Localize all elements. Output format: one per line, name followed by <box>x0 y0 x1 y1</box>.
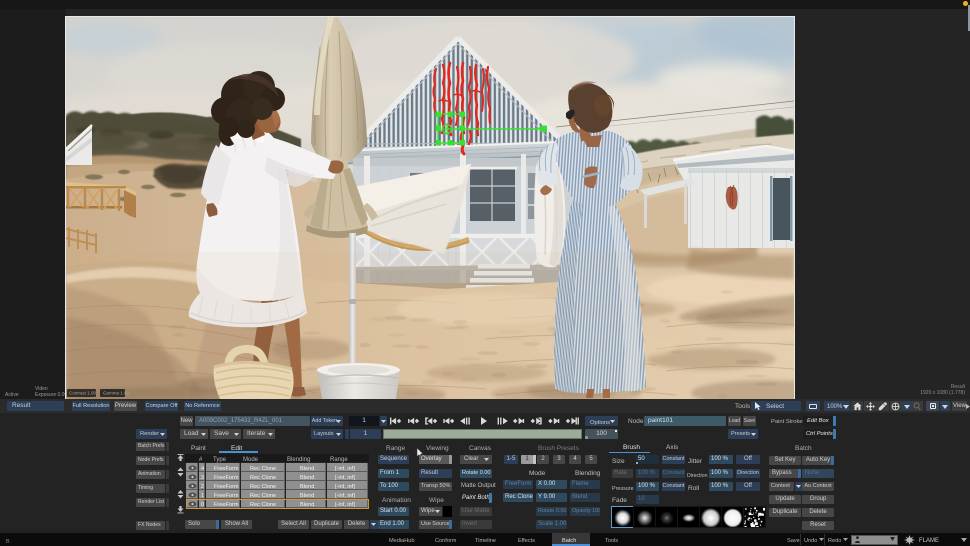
svg-text:Gamma 1.00: Gamma 1.00 <box>103 391 130 396</box>
svg-text:Contrast 1.00: Contrast 1.00 <box>69 391 97 396</box>
